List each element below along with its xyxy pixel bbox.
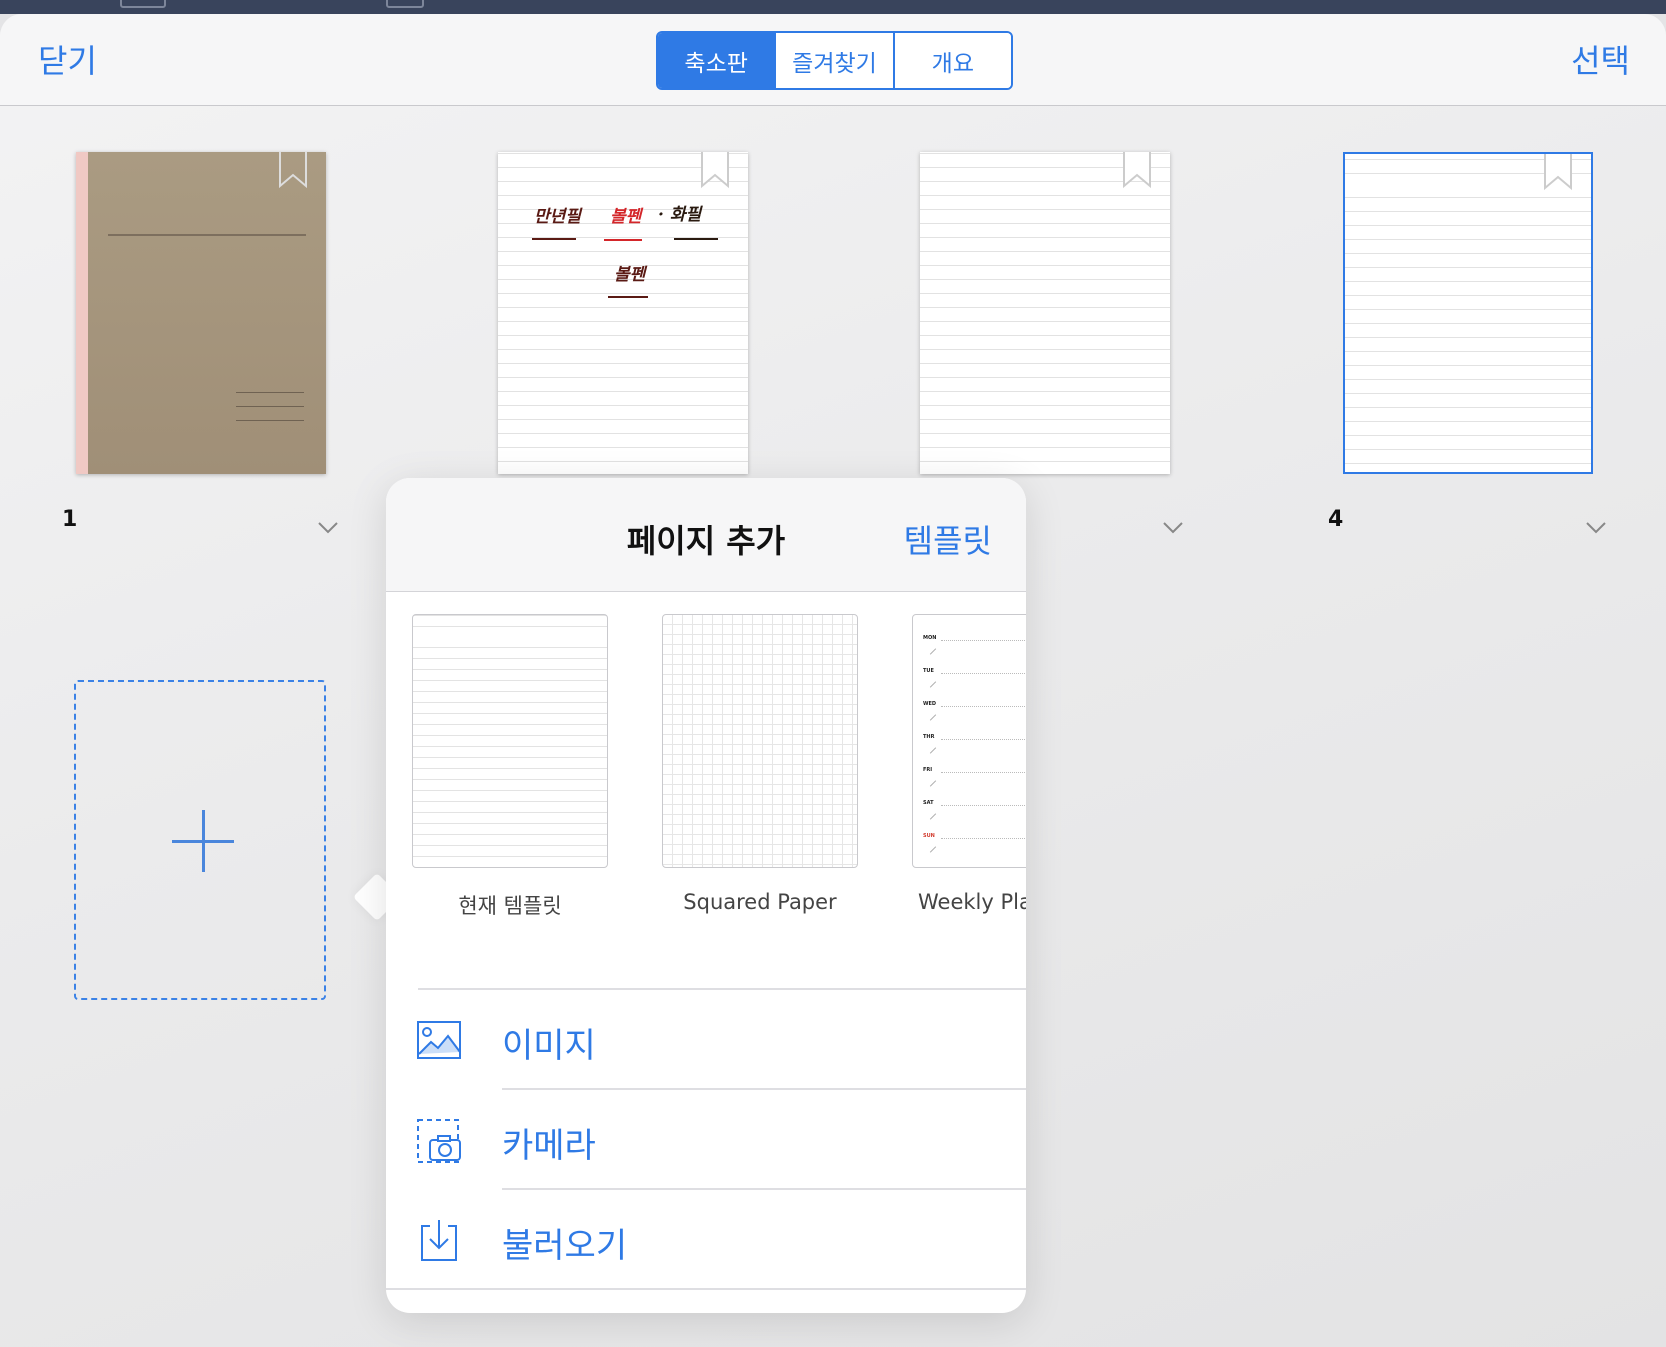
weekday-mark: [929, 780, 937, 787]
weekday-label: THR: [923, 734, 935, 740]
system-toolbar-strip: [0, 0, 1666, 14]
handwriting-text: 볼펜: [614, 265, 646, 285]
underline: [608, 296, 648, 298]
cover-title-line: [108, 234, 306, 236]
page-thumbnail-2[interactable]: 만년필 볼펜 · 화필 볼펜: [498, 152, 748, 474]
handwriting-text: 볼펜: [610, 207, 642, 227]
chevron-down-icon[interactable]: [1163, 522, 1183, 534]
weekday-dotted-line: [941, 739, 1026, 740]
page-manager-modal: 닫기 축소판 즐겨찾기 개요 선택 1 만년필 볼펜 · 화필 볼펜 4 페이지…: [0, 14, 1666, 1347]
page-icon: [386, 0, 424, 8]
weekday-dotted-line: [941, 772, 1026, 773]
weekday-label: SAT: [923, 800, 934, 806]
chevron-down-icon[interactable]: [1586, 522, 1606, 534]
weekday-mark: [929, 747, 937, 754]
bookmark-icon[interactable]: [1122, 152, 1152, 190]
image-icon: [417, 1021, 461, 1059]
tab-thumbnails[interactable]: 축소판: [658, 33, 775, 88]
popover-header: 페이지 추가 템플릿: [386, 478, 1026, 592]
view-mode-segmented-control: 축소판 즐겨찾기 개요: [656, 31, 1013, 90]
insert-image-action[interactable]: 이미지: [386, 988, 1026, 1088]
handwriting-text: · 화필: [658, 205, 702, 225]
camera-action[interactable]: 카메라: [386, 1088, 1026, 1188]
weekday-dotted-line: [941, 673, 1026, 674]
template-label: Squared Paper: [683, 890, 837, 914]
tab-favorites[interactable]: 즐겨찾기: [774, 33, 893, 88]
underline: [604, 239, 642, 241]
template-squared-paper[interactable]: Squared Paper: [662, 614, 858, 914]
weekday-mark: [929, 714, 937, 721]
import-action[interactable]: 불러오기: [386, 1188, 1026, 1288]
cover-spine: [76, 152, 88, 474]
page-thumbnail-4[interactable]: [1343, 152, 1593, 474]
template-thumbnail: [662, 614, 858, 868]
weekday-dotted-line: [941, 706, 1026, 707]
action-label: 카메라: [502, 1126, 596, 1166]
underline: [532, 238, 576, 240]
weekday-mark: [929, 846, 937, 853]
import-icon: [421, 1220, 457, 1261]
page-thumbnail-1[interactable]: [76, 152, 326, 474]
template-label: 현재 템플릿: [458, 894, 562, 918]
weekday-mark: [929, 648, 937, 655]
add-page-tile[interactable]: [74, 680, 326, 1000]
divider: [386, 1288, 1026, 1290]
template-carousel[interactable]: 현재 템플릿 Squared Paper MON TUE WED THR FRI SAT S…: [386, 592, 1026, 997]
plus-icon: [202, 810, 205, 872]
weekday-label: FRI: [923, 767, 933, 773]
weekday-mark: [929, 681, 937, 688]
weekday-label: MON: [923, 635, 937, 641]
tab-outline[interactable]: 개요: [892, 33, 1011, 88]
add-page-popover: 페이지 추가 템플릿 현재 템플릿 Squared Paper MON TUE WE…: [386, 478, 1026, 1313]
camera-icon: [417, 1119, 461, 1163]
bookmark-icon[interactable]: [1543, 152, 1573, 192]
weekday-label: WED: [923, 701, 937, 707]
template-label: Weekly Pla: [918, 890, 1026, 914]
grid-view-icon: [120, 0, 166, 8]
template-current[interactable]: 현재 템플릿: [412, 614, 608, 920]
weekday-dotted-line: [941, 838, 1026, 839]
page-number: 4: [1328, 507, 1344, 532]
navigation-bar: 닫기 축소판 즐겨찾기 개요 선택: [0, 14, 1666, 106]
weekday-label: SUN: [923, 833, 935, 839]
action-label: 이미지: [502, 1026, 596, 1066]
close-button[interactable]: 닫기: [38, 36, 97, 82]
select-button[interactable]: 선택: [1571, 36, 1630, 82]
template-weekly-planner[interactable]: MON TUE WED THR FRI SAT SUN Weekly Pla: [912, 614, 1026, 914]
template-thumbnail: [412, 614, 608, 868]
cover-label-line: [236, 406, 304, 407]
page-number: 1: [62, 507, 78, 532]
chevron-down-icon[interactable]: [318, 522, 338, 534]
page-thumbnail-3[interactable]: [920, 152, 1170, 474]
action-label: 불러오기: [502, 1226, 628, 1266]
weekday-mark: [929, 813, 937, 820]
cover-label-line: [236, 392, 304, 393]
weekday-label: TUE: [923, 668, 934, 674]
bookmark-icon[interactable]: [700, 152, 730, 190]
handwriting-text: 만년필: [534, 207, 581, 227]
bookmark-icon[interactable]: [278, 152, 308, 190]
weekday-dotted-line: [941, 805, 1026, 806]
template-thumbnail: MON TUE WED THR FRI SAT SUN: [912, 614, 1026, 868]
underline: [674, 238, 718, 240]
weekday-dotted-line: [941, 640, 1026, 641]
cover-label-line: [236, 420, 304, 421]
templates-button[interactable]: 템플릿: [904, 516, 992, 562]
